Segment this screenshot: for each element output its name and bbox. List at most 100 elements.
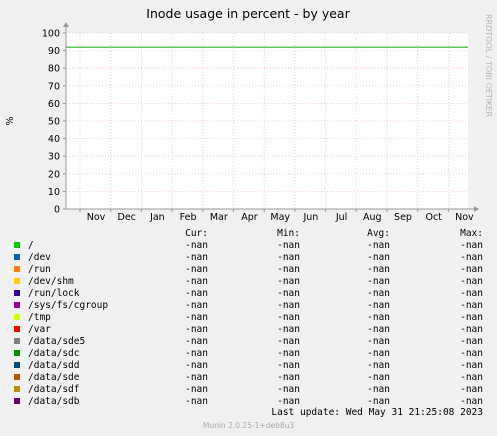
legend-series-name: / — [28, 240, 34, 251]
x-tick-label: Aug — [363, 212, 382, 223]
x-tick-label: Apr — [241, 212, 258, 223]
legend-value-cur: -nan — [185, 300, 208, 311]
legend-value-max: -nan — [460, 396, 483, 407]
legend-series-name: /dev/shm — [28, 276, 74, 287]
legend-swatch — [14, 386, 20, 392]
legend-value-min: -nan — [277, 240, 300, 251]
legend-series-name: /var — [28, 324, 51, 335]
legend-value-max: -nan — [460, 372, 483, 383]
legend-series-name: /data/sdc — [28, 348, 80, 359]
legend-value-avg: -nan — [367, 384, 390, 395]
legend-row: /data/sdc -nan -nan -nan -nan — [0, 348, 497, 360]
legend-value-avg: -nan — [367, 396, 390, 407]
legend-row: /tmp -nan -nan -nan -nan — [0, 312, 497, 324]
legend-row: /dev/shm -nan -nan -nan -nan — [0, 276, 497, 288]
legend-value-min: -nan — [277, 300, 300, 311]
legend-value-max: -nan — [460, 264, 483, 275]
legend-value-max: -nan — [460, 384, 483, 395]
legend-value-min: -nan — [277, 372, 300, 383]
legend-value-cur: -nan — [185, 252, 208, 263]
legend-swatch — [14, 314, 20, 320]
legend-value-min: -nan — [277, 252, 300, 263]
legend-value-cur: -nan — [185, 264, 208, 275]
y-tick-label: 40 — [48, 134, 60, 145]
legend-swatch — [14, 290, 20, 296]
legend-swatch — [14, 350, 20, 356]
y-tick-label: 30 — [48, 152, 60, 163]
legend-value-min: -nan — [277, 264, 300, 275]
x-tick-label: May — [270, 212, 290, 223]
legend-value-max: -nan — [460, 288, 483, 299]
legend-value-cur: -nan — [185, 276, 208, 287]
y-tick-label: 10 — [48, 187, 60, 198]
y-tick-label: 70 — [48, 81, 60, 92]
legend-row: /data/sde -nan -nan -nan -nan — [0, 372, 497, 384]
legend-value-cur: -nan — [185, 312, 208, 323]
legend-value-max: -nan — [460, 240, 483, 251]
legend-value-avg: -nan — [367, 264, 390, 275]
legend-row: /dev -nan -nan -nan -nan — [0, 252, 497, 264]
legend-value-avg: -nan — [367, 360, 390, 371]
x-tick-label: Nov — [87, 212, 106, 223]
legend-series-name: /run/lock — [28, 288, 80, 299]
legend-value-max: -nan — [460, 312, 483, 323]
legend-value-avg: -nan — [367, 252, 390, 263]
legend-swatch — [14, 338, 20, 344]
legend-row: /var -nan -nan -nan -nan — [0, 324, 497, 336]
legend-swatch — [14, 278, 20, 284]
legend-row: /sys/fs/cgroup -nan -nan -nan -nan — [0, 300, 497, 312]
chart-title: Inode usage in percent - by year — [146, 6, 350, 21]
legend-value-max: -nan — [460, 336, 483, 347]
legend-value-max: -nan — [460, 324, 483, 335]
legend-value-avg: -nan — [367, 276, 390, 287]
legend-swatch — [14, 374, 20, 380]
legend-swatch — [14, 362, 20, 368]
y-tick-label: 80 — [48, 64, 60, 75]
legend-value-cur: -nan — [185, 360, 208, 371]
x-tick-label: Oct — [425, 212, 442, 223]
legend-value-avg: -nan — [367, 312, 390, 323]
legend-swatch — [14, 302, 20, 308]
legend-value-max: -nan — [460, 276, 483, 287]
header-max: Max: — [460, 228, 483, 239]
y-tick-label: 100 — [42, 29, 60, 40]
legend-series-name: /dev — [28, 252, 51, 263]
legend-swatch — [14, 254, 20, 260]
legend-value-min: -nan — [277, 276, 300, 287]
y-axis-arrow — [63, 22, 69, 27]
x-tick-labels: Nov Dec Jan Feb Mar Apr May Jun Jul Aug Sep Oct Nov — [87, 212, 474, 223]
legend-value-cur: -nan — [185, 240, 208, 251]
legend-series-name: /tmp — [28, 312, 51, 323]
legend-value-max: -nan — [460, 348, 483, 359]
legend-series-name: /sys/fs/cgroup — [28, 300, 109, 311]
legend-value-min: -nan — [277, 384, 300, 395]
x-tick-label: Dec — [118, 212, 136, 223]
legend-value-avg: -nan — [367, 372, 390, 383]
legend-value-min: -nan — [277, 396, 300, 407]
y-tick-label: 20 — [48, 169, 60, 180]
legend-value-avg: -nan — [367, 348, 390, 359]
legend-row: /run/lock -nan -nan -nan -nan — [0, 288, 497, 300]
legend-swatch — [14, 266, 20, 272]
legend-row: / -nan -nan -nan -nan — [0, 240, 497, 252]
x-axis-arrow — [474, 206, 479, 212]
x-tick-label: Jan — [149, 212, 165, 223]
legend-value-cur: -nan — [185, 336, 208, 347]
legend-value-cur: -nan — [185, 288, 208, 299]
legend-value-max: -nan — [460, 300, 483, 311]
x-tick-label: Nov — [455, 212, 474, 223]
y-tick-labels: 0 10 20 30 40 50 60 70 80 90 100 — [42, 29, 60, 216]
legend-swatch — [14, 398, 20, 404]
last-update-text: Last update: Wed May 31 21:25:08 2023 — [271, 407, 483, 418]
legend-value-max: -nan — [460, 360, 483, 371]
legend-value-avg: -nan — [367, 288, 390, 299]
legend-row: /run -nan -nan -nan -nan — [0, 264, 497, 276]
legend-value-min: -nan — [277, 348, 300, 359]
munin-version: Munin 2.0.25-1+deb8u3 — [202, 421, 295, 430]
legend-value-avg: -nan — [367, 324, 390, 335]
legend-series-name: /data/sdf — [28, 384, 80, 395]
legend-value-cur: -nan — [185, 372, 208, 383]
legend-swatch — [14, 326, 20, 332]
legend-value-cur: -nan — [185, 396, 208, 407]
legend-value-avg: -nan — [367, 240, 390, 251]
